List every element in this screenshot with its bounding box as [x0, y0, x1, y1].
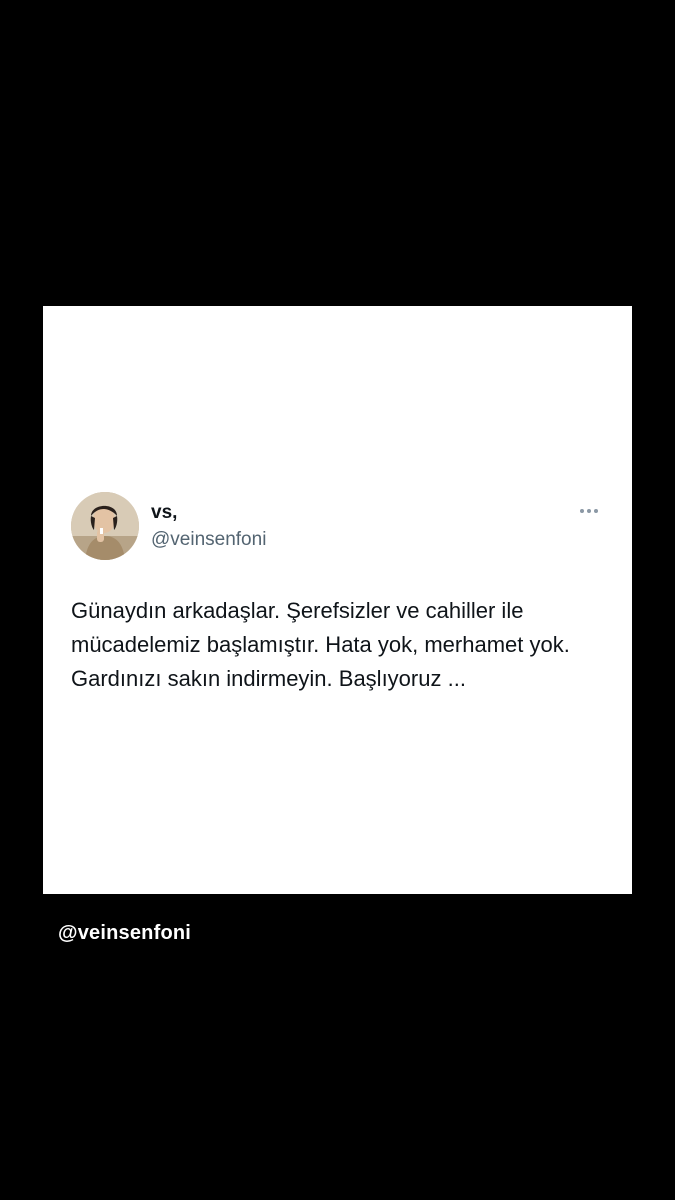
screenshot-canvas: vs, @veinsenfoni Günaydın arkadaşlar. Şe… [0, 0, 675, 1200]
more-dots-icon[interactable] [578, 506, 600, 516]
profile-photo-icon [71, 492, 139, 560]
tweet-card: vs, @veinsenfoni Günaydın arkadaşlar. Şe… [43, 306, 632, 894]
avatar[interactable] [71, 492, 139, 560]
user-handle[interactable]: @veinsenfoni [151, 529, 266, 551]
display-name[interactable]: vs, [151, 502, 177, 524]
watermark-handle: @veinsenfoni [58, 922, 192, 944]
tweet-header: vs, @veinsenfoni [71, 492, 604, 562]
tweet-text: Günaydın arkadaşlar. Şerefsizler ve cahi… [71, 598, 570, 691]
